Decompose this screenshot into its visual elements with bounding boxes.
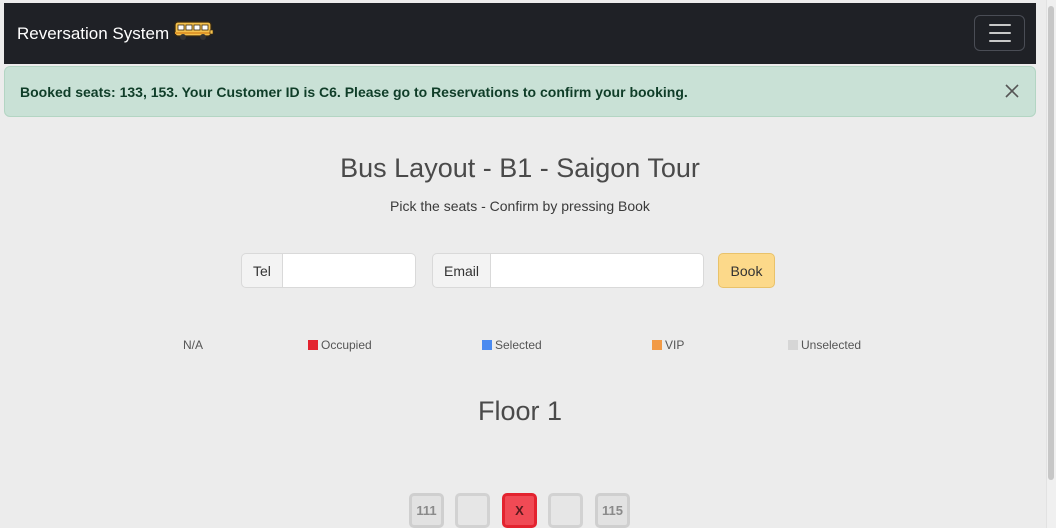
legend-unselected: Unselected xyxy=(788,338,861,352)
legend-label: N/A xyxy=(183,338,204,352)
legend-label: Selected xyxy=(495,338,542,352)
seat[interactable] xyxy=(455,493,490,528)
legend-swatch xyxy=(652,340,662,350)
brand[interactable]: Reversation System xyxy=(17,20,214,47)
legend-vip: VIP xyxy=(652,338,684,352)
hamburger-line xyxy=(988,40,1011,42)
close-icon[interactable] xyxy=(1003,82,1021,100)
hamburger-line xyxy=(988,32,1011,34)
page-subtitle: Pick the seats - Confirm by pressing Boo… xyxy=(390,198,650,214)
legend-na: N/A xyxy=(183,338,203,352)
book-button[interactable]: Book xyxy=(718,253,775,288)
brand-text: Reversation System xyxy=(17,23,170,43)
legend-label: Unselected xyxy=(801,338,862,352)
legend-label: Occupied xyxy=(321,338,372,352)
bus-icon xyxy=(174,20,214,47)
seat[interactable]: 115 xyxy=(595,493,630,528)
email-input[interactable] xyxy=(491,253,705,288)
legend-swatch xyxy=(308,340,318,350)
booking-alert: Booked seats: 133, 153. Your Customer ID… xyxy=(4,66,1036,117)
page-title: Bus Layout - B1 - Saigon Tour xyxy=(340,153,700,183)
tel-group: Tel xyxy=(241,253,416,288)
navbar-toggler-button[interactable] xyxy=(974,15,1025,51)
legend-swatch xyxy=(788,340,798,350)
seat[interactable]: 111 xyxy=(409,493,444,528)
seat[interactable]: X xyxy=(502,493,537,528)
legend-selected: Selected xyxy=(482,338,542,352)
seat[interactable] xyxy=(548,493,583,528)
email-group: Email xyxy=(432,253,705,288)
page-scrollbar[interactable] xyxy=(1046,0,1056,528)
hamburger-menu-icon xyxy=(988,24,1011,26)
floor-title: Floor 1 xyxy=(477,396,563,426)
scrollbar-thumb[interactable] xyxy=(1048,6,1054,480)
tel-label: Tel xyxy=(241,253,283,288)
legend-label: VIP xyxy=(665,338,685,352)
navbar: Reversation System xyxy=(4,3,1036,64)
alert-message: Booked seats: 133, 153. Your Customer ID… xyxy=(20,83,688,100)
legend-occupied: Occupied xyxy=(308,338,372,352)
email-label: Email xyxy=(432,253,492,288)
tel-input[interactable] xyxy=(282,253,416,288)
legend-swatch xyxy=(482,340,492,350)
